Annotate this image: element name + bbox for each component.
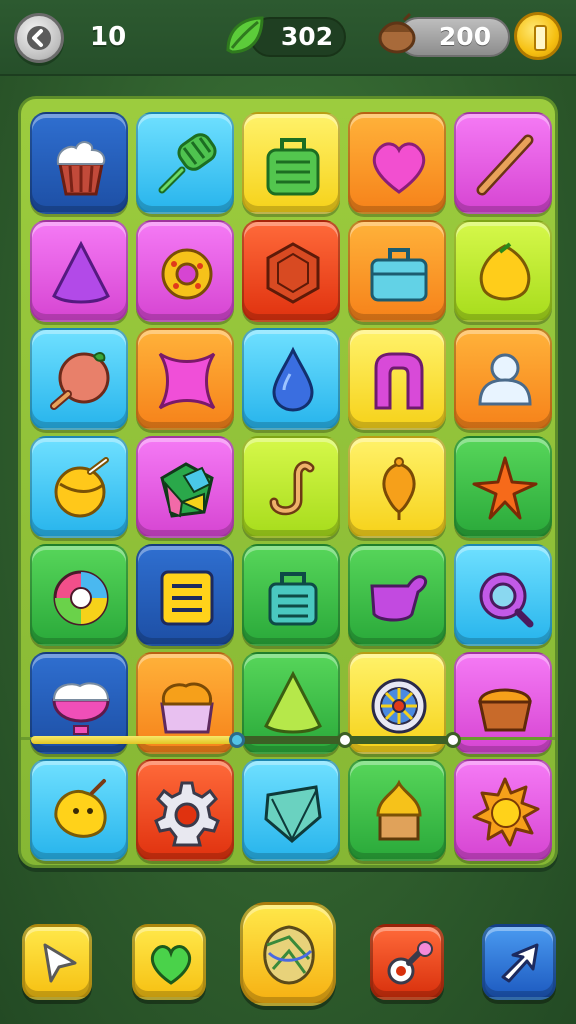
tile-hexagon[interactable] xyxy=(242,220,340,322)
tile-balloon[interactable] xyxy=(348,436,446,538)
tray-tile-leaf-gem[interactable] xyxy=(242,759,340,861)
tile-popsicle[interactable] xyxy=(136,112,234,214)
tile-purple-cone[interactable] xyxy=(30,220,128,322)
tile-heart[interactable] xyxy=(348,112,446,214)
leaf-gem-icon xyxy=(264,785,322,843)
muffin-icon xyxy=(160,682,214,734)
lemon-icon xyxy=(479,242,531,301)
balloon-icon xyxy=(382,457,416,520)
honey-jar-icon xyxy=(376,779,422,841)
shuffle-button[interactable] xyxy=(240,902,336,1006)
key-icon xyxy=(387,941,433,985)
lunchbox-icon xyxy=(370,248,428,302)
green-cone-icon xyxy=(264,670,322,734)
tile-lunchbox[interactable] xyxy=(348,220,446,322)
tile-stick[interactable] xyxy=(454,112,552,214)
note-card-icon xyxy=(160,570,214,626)
ring-icon xyxy=(479,572,534,628)
pink-heart-icon xyxy=(372,142,426,194)
heart-button[interactable] xyxy=(132,924,206,1000)
gift-box-icon xyxy=(160,462,214,518)
tile-cupcake[interactable] xyxy=(30,112,128,214)
wheel-icon xyxy=(371,678,427,734)
gear-icon xyxy=(154,781,220,847)
tile-peach[interactable] xyxy=(30,328,128,430)
leaf-icon xyxy=(226,16,264,54)
progress-star-3 xyxy=(445,732,461,748)
tile-teal-bag[interactable] xyxy=(242,544,340,646)
pudding-icon xyxy=(478,688,532,732)
planet-icon xyxy=(54,457,109,518)
back-button[interactable] xyxy=(14,13,64,63)
orange-star-icon xyxy=(472,456,538,520)
tile-pink-star[interactable] xyxy=(136,328,234,430)
game-board xyxy=(18,96,558,868)
swirl-candy-icon xyxy=(53,570,109,626)
cupcake-icon xyxy=(56,141,106,196)
snowman-icon xyxy=(478,353,532,406)
ice-cream-cup-icon xyxy=(52,682,110,735)
arrow-icon xyxy=(43,943,77,983)
tile-snowman[interactable] xyxy=(454,328,552,430)
pink-star-icon xyxy=(158,352,216,410)
heart-icon xyxy=(150,945,192,985)
tile-note-card[interactable] xyxy=(136,544,234,646)
play-button[interactable] xyxy=(22,924,92,1000)
lemon-creature-icon xyxy=(54,779,107,838)
purple-mitten-icon xyxy=(370,575,428,622)
tray-tile-sun[interactable] xyxy=(454,759,552,861)
tile-magnet[interactable] xyxy=(348,328,446,430)
green-popsicle-icon xyxy=(158,133,217,194)
progress-fill xyxy=(31,736,237,744)
green-bag-icon xyxy=(266,138,320,196)
tray-tile-lemon-creature[interactable] xyxy=(30,759,128,861)
purple-cone-icon xyxy=(52,240,110,304)
peach-icon xyxy=(50,352,110,410)
tile-planet[interactable] xyxy=(30,436,128,538)
water-drop-icon xyxy=(272,346,314,412)
hook-icon xyxy=(269,461,315,516)
tile-lemon[interactable] xyxy=(454,220,552,322)
key-button[interactable] xyxy=(370,924,444,1000)
tile-ring[interactable] xyxy=(454,544,552,646)
tile-water-drop[interactable] xyxy=(242,328,340,430)
donut-icon xyxy=(161,248,213,300)
chevron-left-icon xyxy=(27,26,51,50)
level-number: 10 xyxy=(90,22,127,52)
hint-button[interactable] xyxy=(482,924,556,1000)
top-bar: 10 302 200 xyxy=(0,0,576,76)
tray-tile-honey-jar[interactable] xyxy=(348,759,446,861)
hexagon-gem-icon xyxy=(266,242,320,304)
tile-swirl-candy[interactable] xyxy=(30,544,128,646)
tile-green-bag[interactable] xyxy=(242,112,340,214)
progress-star-2 xyxy=(337,732,353,748)
pointer-icon xyxy=(501,943,539,983)
tile-orange-star[interactable] xyxy=(454,436,552,538)
sun-icon xyxy=(472,777,540,847)
tile-hook[interactable] xyxy=(242,436,340,538)
teal-bag-icon xyxy=(268,572,318,626)
progress-bar xyxy=(31,732,461,748)
shield-icon xyxy=(263,925,315,985)
tile-gift-box[interactable] xyxy=(136,436,234,538)
tray-tile-gear[interactable] xyxy=(136,759,234,861)
leaf-count: 302 xyxy=(280,22,334,51)
add-coins-button[interactable] xyxy=(514,12,562,60)
acorn-icon xyxy=(378,12,416,54)
tile-purple-mitten[interactable] xyxy=(348,544,446,646)
stick-icon xyxy=(476,134,534,196)
tile-donut[interactable] xyxy=(136,220,234,322)
coin-count: 200 xyxy=(438,22,492,51)
progress-star-1 xyxy=(229,732,245,748)
magnet-icon xyxy=(374,352,424,410)
